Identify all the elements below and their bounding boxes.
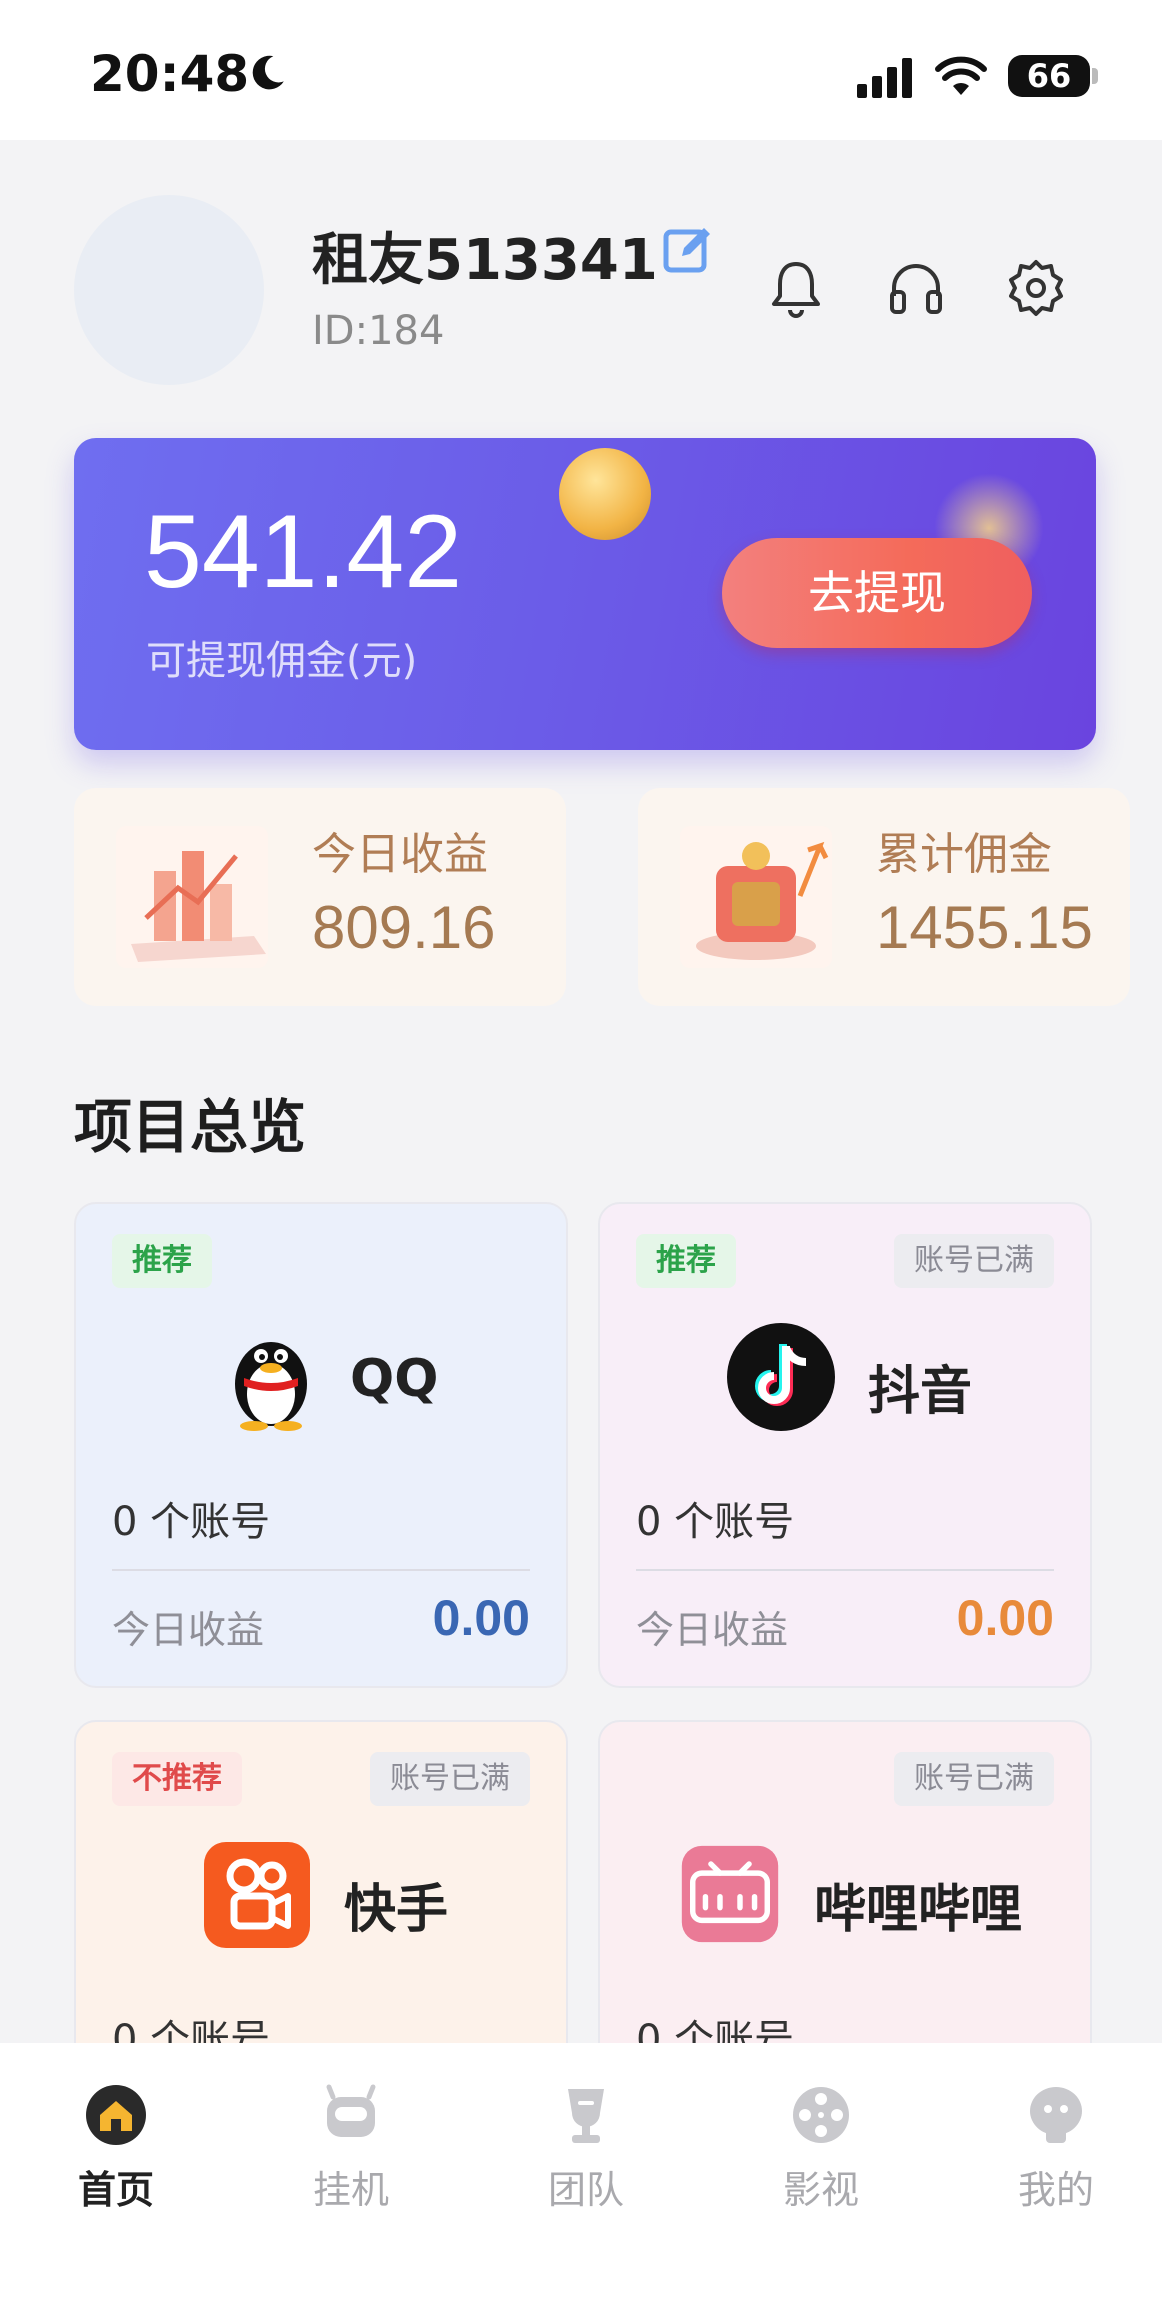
tab-label: 首页 bbox=[77, 2168, 154, 2212]
tab-home[interactable]: 首页 bbox=[26, 2083, 206, 2214]
balance-amount: 541.42 bbox=[144, 494, 463, 610]
moon-icon bbox=[252, 55, 284, 90]
user-id: ID:184 bbox=[312, 308, 445, 354]
tab-label: 挂机 bbox=[312, 2168, 389, 2212]
today-earnings-value: 0.00 bbox=[956, 1590, 1054, 1646]
bilibili-logo-icon bbox=[681, 1845, 779, 1943]
not-recommended-badge: 不推荐 bbox=[112, 1752, 242, 1806]
withdraw-button[interactable]: 去提现 bbox=[722, 538, 1032, 648]
today-earnings-value: 0.00 bbox=[432, 1590, 530, 1646]
stat-title-today: 今日收益 bbox=[312, 829, 488, 880]
balance-label: 可提现佣金(元) bbox=[146, 638, 418, 684]
wifi-icon bbox=[935, 56, 987, 95]
stat-title-total: 累计佣金 bbox=[876, 829, 1052, 880]
earnings-chart-illustration bbox=[116, 826, 268, 968]
tab-label: 影视 bbox=[782, 2168, 859, 2212]
account-count: 0 个账号 bbox=[636, 1499, 795, 1545]
film-reel-icon bbox=[793, 2087, 849, 2143]
account-full-badge: 账号已满 bbox=[894, 1752, 1054, 1806]
project-card-douyin[interactable]: 推荐 账号已满 抖音 0 个账号 今日收益 0.00 bbox=[598, 1202, 1092, 1688]
section-title: 项目总览 bbox=[74, 1093, 307, 1161]
home-icon bbox=[86, 2085, 146, 2145]
signal-icon bbox=[857, 58, 912, 98]
status-time: 20:48 bbox=[90, 45, 250, 103]
stat-card-total[interactable]: 累计佣金 1455.15 bbox=[638, 788, 1130, 1006]
tab-mine[interactable]: 我的 bbox=[966, 2083, 1146, 2214]
tab-hangup[interactable]: 挂机 bbox=[261, 2083, 441, 2214]
project-name: QQ bbox=[350, 1349, 439, 1409]
tab-label: 团队 bbox=[547, 2168, 624, 2212]
douyin-logo-icon bbox=[727, 1323, 835, 1431]
stat-card-today[interactable]: 今日收益 809.16 bbox=[74, 788, 566, 1006]
recommended-badge: 推荐 bbox=[636, 1234, 736, 1288]
tab-label: 我的 bbox=[1017, 2168, 1094, 2212]
project-name: 快手 bbox=[344, 1880, 449, 1940]
project-name: 哔哩哔哩 bbox=[814, 1880, 1023, 1940]
kuaishou-logo-icon bbox=[204, 1842, 310, 1948]
divider bbox=[112, 1569, 530, 1571]
bell-icon[interactable] bbox=[764, 256, 828, 320]
edit-icon[interactable] bbox=[662, 222, 716, 276]
username: 租友513341 bbox=[312, 228, 658, 293]
bottom-tab-bar: 首页 挂机 团队 影视 我的 bbox=[0, 2043, 1162, 2318]
balance-card: 541.42 可提现佣金(元) 去提现 bbox=[74, 438, 1096, 750]
project-name: 抖音 bbox=[868, 1362, 973, 1422]
account-full-badge: 账号已满 bbox=[370, 1752, 530, 1806]
status-bar: 20:48 66 bbox=[0, 0, 1162, 140]
robot-icon bbox=[326, 2084, 376, 2137]
battery-indicator: 66 bbox=[1008, 55, 1098, 97]
tab-video[interactable]: 影视 bbox=[731, 2083, 911, 2214]
trophy-icon bbox=[568, 2089, 604, 2143]
profile-icon bbox=[1030, 2087, 1082, 2143]
tab-team[interactable]: 团队 bbox=[496, 2083, 676, 2214]
stat-value-total: 1455.15 bbox=[876, 894, 1093, 961]
avatar[interactable] bbox=[74, 195, 264, 385]
today-earnings-label: 今日收益 bbox=[112, 1608, 265, 1652]
qq-penguin-icon bbox=[235, 1342, 307, 1431]
today-earnings-label: 今日收益 bbox=[636, 1608, 789, 1652]
project-card-qq[interactable]: 推荐 QQ 0 个账号 今日收益 0.00 bbox=[74, 1202, 568, 1688]
account-count: 0 个账号 bbox=[112, 1499, 271, 1545]
divider bbox=[636, 1569, 1054, 1571]
account-full-badge: 账号已满 bbox=[894, 1234, 1054, 1288]
headset-icon[interactable] bbox=[884, 256, 948, 320]
gear-icon[interactable] bbox=[1004, 256, 1068, 320]
recommended-badge: 推荐 bbox=[112, 1234, 212, 1288]
piggy-bank-illustration bbox=[680, 826, 832, 968]
stat-value-today: 809.16 bbox=[312, 894, 496, 961]
coin-decoration bbox=[559, 448, 651, 540]
